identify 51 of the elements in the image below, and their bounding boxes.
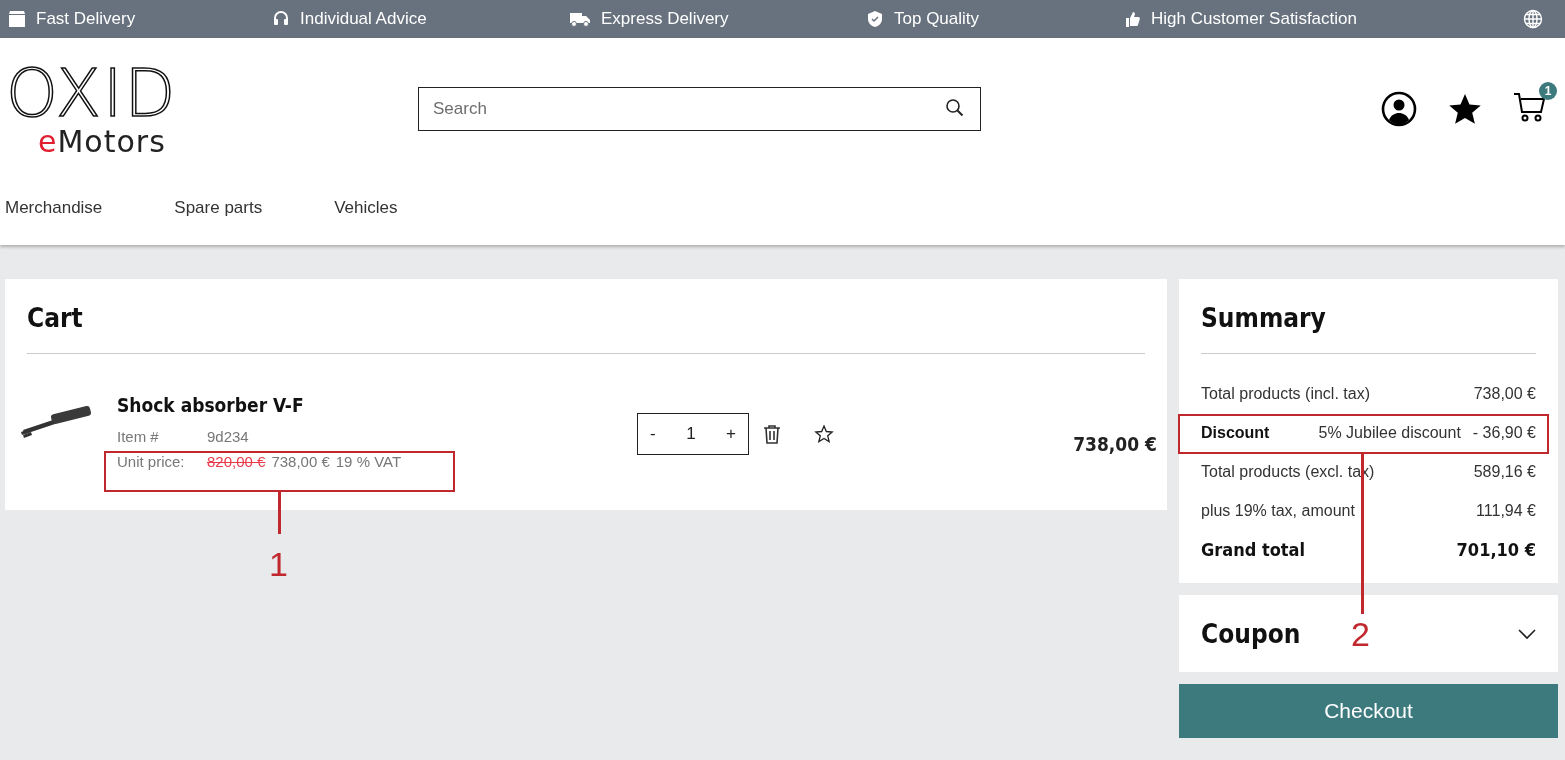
account-icon[interactable] xyxy=(1381,91,1417,127)
cart-count-badge: 1 xyxy=(1539,82,1557,100)
truck-icon xyxy=(569,10,591,28)
leader-line xyxy=(278,492,281,534)
summary-title: Summary xyxy=(1201,303,1327,333)
item-number: 9d234 xyxy=(207,427,249,447)
summary-value: 738,00 € xyxy=(1473,384,1536,403)
nav-link[interactable]: Vehicles xyxy=(334,198,398,218)
line-total: 738,00 € xyxy=(1073,432,1157,455)
search-icon[interactable] xyxy=(945,98,965,118)
unit-price-label: Unit price: xyxy=(117,452,186,472)
trash-icon[interactable] xyxy=(763,424,781,444)
item-number-label: Item # xyxy=(117,427,160,447)
usp-label: High Customer Satisfaction xyxy=(1151,9,1357,29)
usp-label: Top Quality xyxy=(894,9,980,29)
grand-total-label: Grand total xyxy=(1201,539,1306,560)
vat-note: 19 % VAT xyxy=(335,452,402,472)
package-icon xyxy=(8,10,26,28)
discount-amount: - 36,90 € xyxy=(1472,423,1536,442)
grand-total-value: 701,10 € xyxy=(1456,539,1536,560)
summary-label: Total products (incl. tax) xyxy=(1201,384,1370,403)
coupon-title: Coupon xyxy=(1201,618,1301,649)
summary-value: 111,94 € xyxy=(1476,501,1536,520)
nav-link[interactable]: Spare parts xyxy=(174,198,263,218)
callout-number: 2 xyxy=(1351,617,1370,651)
usp-label: Individual Advice xyxy=(300,9,427,29)
search-field[interactable]: Search xyxy=(418,87,981,131)
chevron-icon[interactable] xyxy=(1518,627,1536,640)
star-outline-icon[interactable] xyxy=(814,424,834,444)
callout-number: 1 xyxy=(269,547,288,581)
checkout-button[interactable]: Checkout xyxy=(1179,684,1558,738)
discount-name: 5% Jubilee discount xyxy=(1318,423,1461,442)
shield-icon xyxy=(866,10,884,28)
nav-link[interactable]: Merchandise xyxy=(5,198,103,218)
quantity-value[interactable]: 1 xyxy=(686,424,696,444)
product-name[interactable]: Shock absorber V-F xyxy=(117,394,637,416)
summary-label: plus 19% tax, amount xyxy=(1201,501,1355,520)
logo[interactable]: OXID eMotors xyxy=(6,61,232,157)
usp-label: Express Delivery xyxy=(601,9,729,29)
summary-value: 589,16 € xyxy=(1473,462,1536,481)
cart-title: Cart xyxy=(27,303,84,333)
usp-label: Fast Delivery xyxy=(36,9,136,29)
cart-icon[interactable] xyxy=(1513,90,1547,124)
unit-price: 738,00 € xyxy=(271,452,330,472)
increase-button[interactable]: + xyxy=(718,424,744,444)
globe-icon[interactable] xyxy=(1523,9,1543,29)
headset-icon xyxy=(272,10,290,28)
thumbs-up-icon xyxy=(1123,10,1141,28)
decrease-button[interactable]: - xyxy=(642,424,664,444)
discount-label: Discount xyxy=(1201,423,1270,442)
old-price: 820,00 € xyxy=(207,452,266,472)
